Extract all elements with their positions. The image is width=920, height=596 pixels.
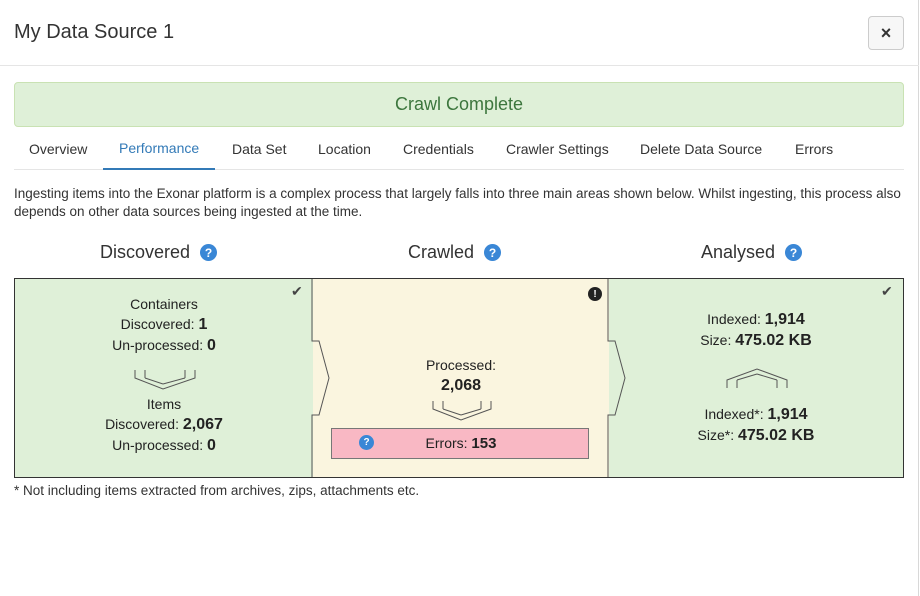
analysed-pane: ✔ Indexed: 1,914 Size: 475.02 KB Indexed… (609, 279, 903, 477)
down-arrow-icon (432, 401, 492, 421)
indexed-star: Indexed*: 1,914 (704, 406, 808, 423)
stage-divider-2 (607, 279, 626, 477)
processed-label: Processed: (425, 357, 497, 373)
data-source-modal: My Data Source 1 × Crawl Complete Overvi… (0, 0, 919, 596)
up-arrow-icon (726, 368, 788, 388)
discovered-pane: ✔ Containers Discovered: 1 Un-processed:… (15, 279, 313, 477)
crawled-title: Crawled (408, 242, 475, 262)
analysed-heading: Analysed ? (701, 242, 803, 263)
close-button[interactable]: × (868, 16, 904, 50)
crawled-heading: Crawled ? (408, 242, 502, 263)
tab-crawler-settings[interactable]: Crawler Settings (506, 128, 609, 170)
modal-title: My Data Source 1 (14, 21, 175, 43)
check-icon: ✔ (881, 283, 893, 299)
tab-errors[interactable]: Errors (795, 128, 833, 170)
footnote: * Not including items extracted from arc… (14, 483, 420, 498)
errors-box[interactable]: ? Errors: 153 (331, 428, 589, 459)
tab-overview[interactable]: Overview (29, 128, 87, 170)
size: Size: 475.02 KB (700, 332, 812, 349)
stage-divider-1 (311, 279, 330, 477)
discovered-title: Discovered (100, 242, 191, 262)
analysed-title: Analysed (701, 242, 776, 262)
close-icon: × (880, 22, 892, 43)
discovered-heading: Discovered ? (100, 242, 218, 263)
warning-icon: ! (588, 287, 602, 301)
tab-data-set[interactable]: Data Set (232, 128, 286, 170)
intro-text: Ingesting items into the Exonar platform… (14, 186, 901, 219)
ingest-pipeline: ✔ Containers Discovered: 1 Un-processed:… (14, 278, 904, 478)
analysed-help-icon[interactable]: ? (785, 244, 803, 261)
down-arrow-icon (134, 370, 196, 390)
items-label: Items (146, 396, 182, 412)
discovered-help-icon[interactable]: ? (200, 244, 218, 261)
tab-performance[interactable]: Performance (103, 128, 216, 170)
tab-bar: Overview Performance Data Set Location C… (14, 128, 904, 170)
tab-location[interactable]: Location (318, 128, 371, 170)
indexed: Indexed: 1,914 (707, 311, 805, 328)
containers-discovered: Discovered: 1 (120, 316, 208, 333)
crawled-help-icon[interactable]: ? (484, 244, 502, 261)
crawl-status-banner: Crawl Complete (14, 82, 904, 127)
containers-label: Containers (130, 296, 198, 312)
containers-unprocessed: Un-processed: 0 (112, 337, 216, 354)
errors-count: Errors: 153 (425, 435, 497, 452)
items-discovered: Discovered: 2,067 (105, 416, 223, 433)
processed-value: 2,068 (440, 377, 482, 394)
crawl-status-text: Crawl Complete (394, 94, 524, 114)
tab-delete-data-source[interactable]: Delete Data Source (640, 128, 762, 170)
items-unprocessed: Un-processed: 0 (112, 437, 216, 454)
size-star: Size*: 475.02 KB (697, 427, 815, 444)
tab-credentials[interactable]: Credentials (403, 128, 474, 170)
modal-header: My Data Source 1 × (0, 0, 919, 66)
